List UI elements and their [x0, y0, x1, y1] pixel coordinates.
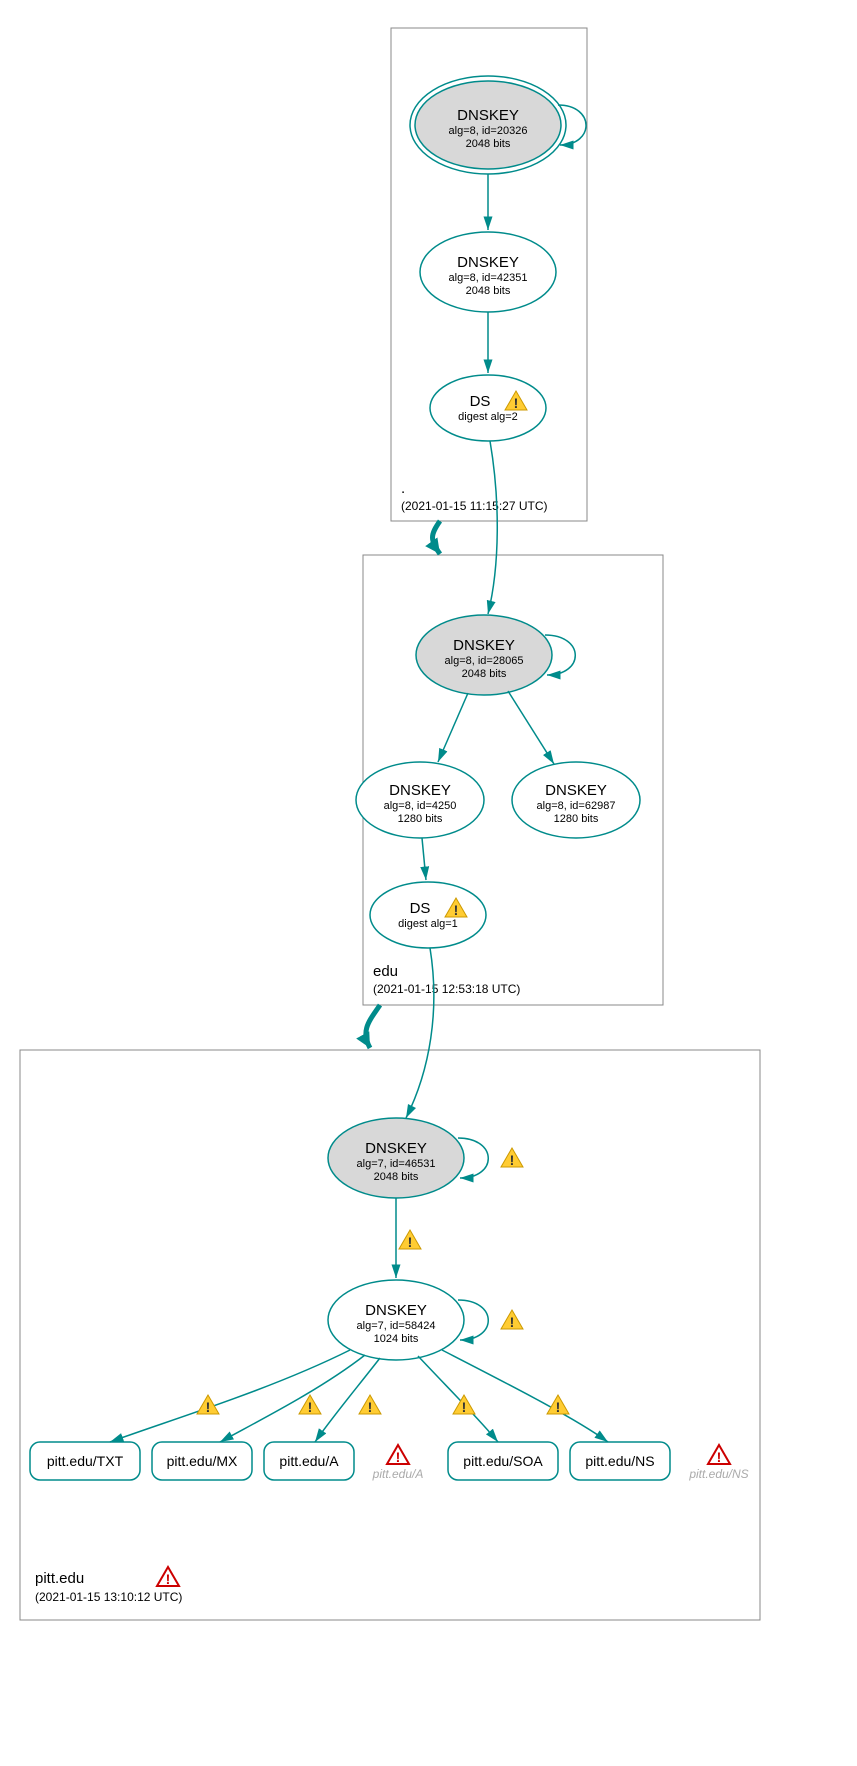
- svg-text:pitt.edu/A: pitt.edu/A: [279, 1453, 339, 1469]
- svg-text:alg=8, id=62987: alg=8, id=62987: [537, 800, 616, 812]
- svg-text:pitt.edu/TXT: pitt.edu/TXT: [47, 1453, 124, 1469]
- svg-text:pitt.edu/MX: pitt.edu/MX: [167, 1453, 238, 1469]
- svg-text:DNSKEY: DNSKEY: [389, 782, 451, 799]
- warning-icon: [501, 1148, 523, 1168]
- svg-text:pitt.edu/NS: pitt.edu/NS: [688, 1467, 748, 1481]
- svg-text:alg=8, id=42351: alg=8, id=42351: [449, 272, 528, 284]
- zone-pitt-label: pitt.edu: [35, 1570, 84, 1587]
- svg-text:1024 bits: 1024 bits: [374, 1333, 419, 1345]
- svg-text:DNSKEY: DNSKEY: [365, 1302, 427, 1319]
- svg-text:alg=7, id=58424: alg=7, id=58424: [357, 1320, 436, 1332]
- zone-pitt: pitt.edu (2021-01-15 13:10:12 UTC) DNSKE…: [20, 948, 760, 1620]
- svg-text:1280 bits: 1280 bits: [554, 813, 599, 825]
- node-edu-ds[interactable]: DS digest alg=1: [370, 882, 486, 948]
- ghost-record-ns: pitt.edu/NS: [688, 1445, 748, 1481]
- warning-icon: [501, 1310, 523, 1330]
- svg-text:alg=8, id=20326: alg=8, id=20326: [449, 125, 528, 137]
- record-ns[interactable]: pitt.edu/NS: [570, 1442, 670, 1480]
- node-edu-zsk2[interactable]: DNSKEY alg=8, id=62987 1280 bits: [512, 762, 640, 838]
- zone-edu-label: edu: [373, 963, 398, 980]
- svg-text:DNSKEY: DNSKEY: [457, 254, 519, 271]
- zone-root: . (2021-01-15 11:15:27 UTC) DNSKEY alg=8…: [391, 28, 587, 521]
- svg-text:DNSKEY: DNSKEY: [457, 107, 519, 124]
- node-pitt-ksk[interactable]: DNSKEY alg=7, id=46531 2048 bits: [328, 1118, 464, 1198]
- svg-text:alg=8, id=4250: alg=8, id=4250: [384, 800, 457, 812]
- warning-icon: [547, 1395, 569, 1415]
- svg-text:DNSKEY: DNSKEY: [453, 637, 515, 654]
- warning-icon: [399, 1230, 421, 1250]
- svg-text:DNSKEY: DNSKEY: [365, 1140, 427, 1157]
- record-a[interactable]: pitt.edu/A: [264, 1442, 354, 1480]
- error-icon: [157, 1567, 179, 1587]
- warning-icon: [453, 1395, 475, 1415]
- node-edu-ksk[interactable]: DNSKEY alg=8, id=28065 2048 bits: [416, 615, 552, 695]
- svg-text:DS: DS: [410, 900, 431, 917]
- node-root-zsk[interactable]: DNSKEY alg=8, id=42351 2048 bits: [420, 232, 556, 312]
- ghost-record-a: pitt.edu/A: [372, 1445, 424, 1481]
- svg-text:DS: DS: [470, 393, 491, 410]
- warning-icon: [359, 1395, 381, 1415]
- svg-text:2048 bits: 2048 bits: [466, 285, 511, 297]
- zone-edu: edu (2021-01-15 12:53:18 UTC) DNSKEY alg…: [356, 441, 663, 1005]
- record-txt[interactable]: pitt.edu/TXT: [30, 1442, 140, 1480]
- zone-pitt-timestamp: (2021-01-15 13:10:12 UTC): [35, 1590, 182, 1604]
- zone-edu-timestamp: (2021-01-15 12:53:18 UTC): [373, 982, 520, 996]
- svg-text:2048 bits: 2048 bits: [466, 138, 511, 150]
- record-mx[interactable]: pitt.edu/MX: [152, 1442, 252, 1480]
- node-root-ds[interactable]: DS digest alg=2: [430, 375, 546, 441]
- warning-icon: [299, 1395, 321, 1415]
- svg-text:pitt.edu/SOA: pitt.edu/SOA: [463, 1453, 543, 1469]
- svg-text:pitt.edu/NS: pitt.edu/NS: [585, 1453, 654, 1469]
- svg-text:alg=7, id=46531: alg=7, id=46531: [357, 1158, 436, 1170]
- zone-root-label: .: [401, 480, 405, 497]
- svg-text:DNSKEY: DNSKEY: [545, 782, 607, 799]
- svg-text:1280 bits: 1280 bits: [398, 813, 443, 825]
- svg-text:digest alg=2: digest alg=2: [458, 411, 518, 423]
- zone-root-timestamp: (2021-01-15 11:15:27 UTC): [401, 499, 548, 513]
- svg-text:2048 bits: 2048 bits: [374, 1171, 419, 1183]
- node-root-ksk[interactable]: DNSKEY alg=8, id=20326 2048 bits: [410, 76, 566, 174]
- node-edu-zsk1[interactable]: DNSKEY alg=8, id=4250 1280 bits: [356, 762, 484, 838]
- svg-text:digest alg=1: digest alg=1: [398, 918, 458, 930]
- node-pitt-zsk[interactable]: DNSKEY alg=7, id=58424 1024 bits: [328, 1280, 464, 1360]
- svg-text:pitt.edu/A: pitt.edu/A: [372, 1467, 424, 1481]
- svg-text:2048 bits: 2048 bits: [462, 668, 507, 680]
- record-soa[interactable]: pitt.edu/SOA: [448, 1442, 558, 1480]
- svg-text:alg=8, id=28065: alg=8, id=28065: [445, 655, 524, 667]
